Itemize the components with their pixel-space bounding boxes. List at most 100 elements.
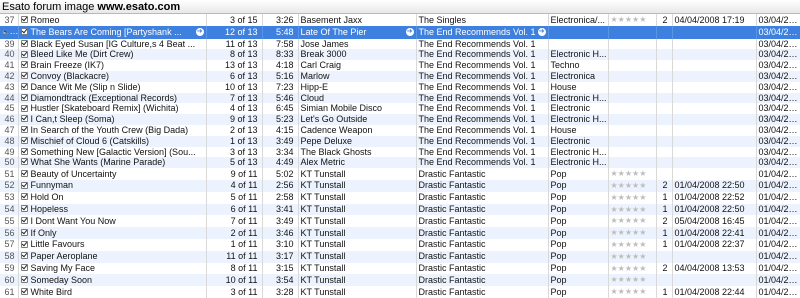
song-name[interactable]: Brain Freeze (IK7) <box>18 60 206 71</box>
enable-checkbox[interactable] <box>21 193 28 200</box>
table-row[interactable]: 60Someday Soon10 of 113:54KT TunstallDra… <box>0 274 800 286</box>
rating-stars-icon[interactable]: ★★★★★ <box>611 240 647 249</box>
song-name[interactable]: Black Eyed Susan [IG Culture,s 4 Beat ..… <box>18 39 206 50</box>
artist[interactable]: Cloud <box>298 93 416 104</box>
album[interactable]: The End Recommends Vol. 1 <box>416 71 548 82</box>
table-row[interactable]: 44Diamondtrack (Exceptional Records)7 of… <box>0 93 800 104</box>
song-name[interactable]: If Only <box>18 227 206 239</box>
song-name[interactable]: Little Favours <box>18 239 206 251</box>
table-row[interactable]: 54Hopeless6 of 113:41KT TunstallDrastic … <box>0 204 800 216</box>
album[interactable]: Drastic Fantastic <box>416 204 548 216</box>
rating[interactable]: ★★★★★ <box>608 251 656 263</box>
artist[interactable]: KT Tunstall <box>298 251 416 263</box>
rating[interactable] <box>608 157 656 168</box>
song-name[interactable]: Something New [Galactic Version] (Sou... <box>18 147 206 158</box>
album[interactable]: Drastic Fantastic <box>416 239 548 251</box>
enable-checkbox[interactable] <box>21 170 28 177</box>
enable-checkbox[interactable] <box>21 28 28 35</box>
enable-checkbox[interactable] <box>21 252 28 259</box>
arrow-link-icon[interactable]: ➜ <box>196 28 204 36</box>
album[interactable]: The End Recommends Vol. 1 <box>416 147 548 158</box>
rating[interactable]: ★★★★★ <box>608 286 656 298</box>
rating-stars-icon[interactable]: ★★★★★ <box>611 193 647 202</box>
table-row[interactable]: 58Paper Aeroplane11 of 113:17KT Tunstall… <box>0 251 800 263</box>
artist[interactable]: KT Tunstall <box>298 239 416 251</box>
album[interactable]: The End Recommends Vol. 1 <box>416 136 548 147</box>
album[interactable]: The Singles <box>416 14 548 26</box>
table-row[interactable]: 59Saving My Face8 of 113:15KT TunstallDr… <box>0 263 800 275</box>
rating[interactable] <box>608 60 656 71</box>
rating[interactable] <box>608 71 656 82</box>
artist[interactable]: KT Tunstall <box>298 274 416 286</box>
rating-stars-icon[interactable]: ★★★★★ <box>611 216 647 225</box>
table-row[interactable]: 43Dance Wit Me (Slip n Slide)10 of 137:2… <box>0 82 800 93</box>
table-row[interactable]: 51Beauty of Uncertainty9 of 115:02KT Tun… <box>0 168 800 180</box>
enable-checkbox[interactable] <box>21 205 28 212</box>
table-row[interactable]: 56If Only2 of 113:46KT TunstallDrastic F… <box>0 227 800 239</box>
artist[interactable]: Pepe Deluxe <box>298 136 416 147</box>
rating-stars-icon[interactable]: ★★★★★ <box>611 252 647 261</box>
table-row[interactable]: 46I Can,t Sleep (Soma)9 of 135:23Let's G… <box>0 114 800 125</box>
song-name[interactable]: Dance Wit Me (Slip n Slide) <box>18 82 206 93</box>
song-name[interactable]: In Search of the Youth Crew (Big Dada) <box>18 125 206 136</box>
album[interactable]: Drastic Fantastic <box>416 263 548 275</box>
song-name[interactable]: Beauty of Uncertainty <box>18 168 206 180</box>
artist[interactable]: KT Tunstall <box>298 215 416 227</box>
song-name[interactable]: Hold On <box>18 192 206 204</box>
enable-checkbox[interactable] <box>21 229 28 236</box>
artist[interactable]: KT Tunstall <box>298 168 416 180</box>
artist[interactable]: Simian Mobile Disco <box>298 103 416 114</box>
table-row[interactable]: 47In Search of the Youth Crew (Big Dada)… <box>0 125 800 136</box>
rating-stars-icon[interactable]: ★★★★★ <box>611 287 647 296</box>
table-row[interactable]: 61White Bird3 of 113:28KT TunstallDrasti… <box>0 286 800 298</box>
song-name[interactable]: Diamondtrack (Exceptional Records) <box>18 93 206 104</box>
artist[interactable]: KT Tunstall <box>298 180 416 192</box>
rating-stars-icon[interactable]: ★★★★★ <box>611 228 647 237</box>
song-name[interactable]: Saving My Face <box>18 263 206 275</box>
song-name[interactable]: Someday Soon <box>18 274 206 286</box>
rating-stars-icon[interactable]: ★★★★★ <box>611 205 647 214</box>
artist[interactable]: KT Tunstall <box>298 192 416 204</box>
table-row[interactable]: 37Romeo3 of 153:26Basement JaxxThe Singl… <box>0 14 800 26</box>
song-name[interactable]: I Dont Want You Now <box>18 215 206 227</box>
enable-checkbox[interactable] <box>21 137 28 144</box>
enable-checkbox[interactable] <box>21 16 28 23</box>
album[interactable]: Drastic Fantastic <box>416 168 548 180</box>
song-name[interactable]: Hopeless <box>18 204 206 216</box>
artist[interactable]: Hipp-E <box>298 82 416 93</box>
album[interactable]: The End Recommends Vol. 1 <box>416 157 548 168</box>
song-name[interactable]: Hustler [Skateboard Remix] (Wichita) <box>18 103 206 114</box>
song-name[interactable]: ➜The Bears Are Coming [Partyshank ... <box>18 26 206 39</box>
rating[interactable] <box>608 114 656 125</box>
album[interactable]: ➜The End Recommends Vol. 1 <box>416 26 548 39</box>
artist[interactable]: KT Tunstall <box>298 263 416 275</box>
album[interactable]: The End Recommends Vol. 1 <box>416 93 548 104</box>
song-name[interactable]: Paper Aeroplane <box>18 251 206 263</box>
rating[interactable] <box>608 39 656 50</box>
artist[interactable]: The Black Ghosts <box>298 147 416 158</box>
rating-stars-icon[interactable]: ★★★★★ <box>611 275 647 284</box>
album[interactable]: The End Recommends Vol. 1 <box>416 49 548 60</box>
album[interactable]: The End Recommends Vol. 1 <box>416 60 548 71</box>
table-row[interactable]: 52Funnyman4 of 112:56KT TunstallDrastic … <box>0 180 800 192</box>
rating-stars-icon[interactable]: ★★★★★ <box>611 264 647 273</box>
song-name[interactable]: Romeo <box>18 14 206 26</box>
table-row[interactable]: 55I Dont Want You Now7 of 113:49KT Tunst… <box>0 215 800 227</box>
table-row[interactable]: 39Black Eyed Susan [IG Culture,s 4 Beat … <box>0 39 800 50</box>
table-row[interactable]: 53Hold On5 of 112:58KT TunstallDrastic F… <box>0 192 800 204</box>
album[interactable]: Drastic Fantastic <box>416 227 548 239</box>
album[interactable]: The End Recommends Vol. 1 <box>416 103 548 114</box>
song-name[interactable]: Mischief of Cloud 6 (Catskills) <box>18 136 206 147</box>
album[interactable]: Drastic Fantastic <box>416 180 548 192</box>
artist[interactable]: Let's Go Outside <box>298 114 416 125</box>
song-name[interactable]: Bleed Like Me (Dirt Crew) <box>18 49 206 60</box>
album[interactable]: Drastic Fantastic <box>416 274 548 286</box>
table-row[interactable]: 57Little Favours1 of 113:10KT TunstallDr… <box>0 239 800 251</box>
rating[interactable] <box>608 49 656 60</box>
enable-checkbox[interactable] <box>21 276 28 283</box>
album[interactable]: Drastic Fantastic <box>416 192 548 204</box>
enable-checkbox[interactable] <box>21 158 28 165</box>
rating[interactable]: ★★★★★ <box>608 263 656 275</box>
arrow-link-icon[interactable]: ➜ <box>406 28 414 36</box>
rating[interactable]: ★★★★★ <box>608 204 656 216</box>
